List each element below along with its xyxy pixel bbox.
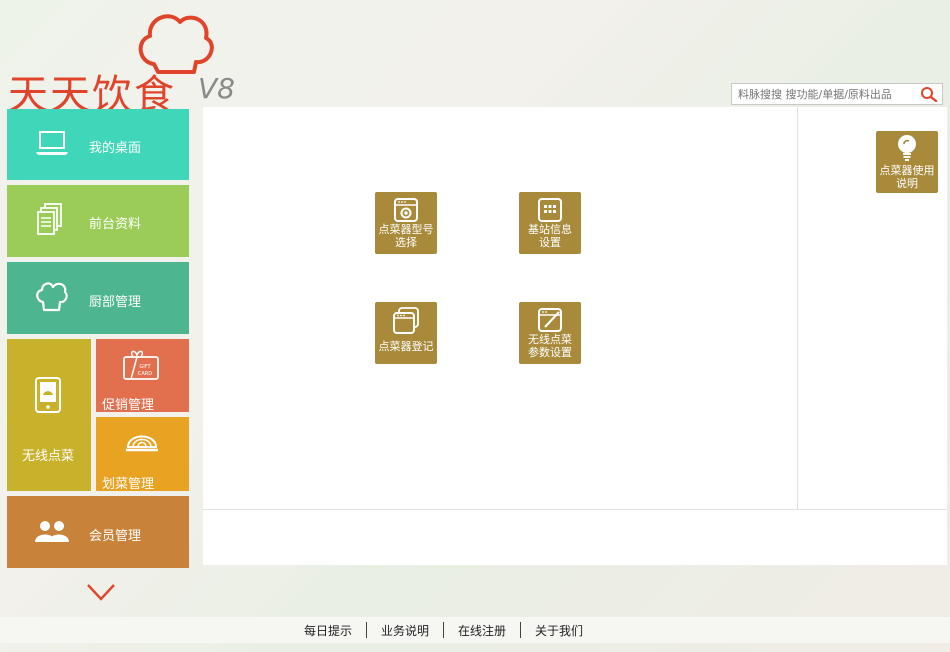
- nav-member-management-label: 会员管理: [89, 529, 142, 544]
- fn-wireless-ordering-params-label-1: 无线点菜: [528, 333, 572, 346]
- search-box: [731, 83, 943, 105]
- footer-link-daily-tips[interactable]: 每日提示: [290, 622, 366, 639]
- fn-ordering-device-model-label-1: 点菜器型号: [378, 223, 434, 236]
- grid-window-icon: [538, 198, 562, 222]
- app-logo: 天天饮食 V8: [6, 4, 246, 118]
- nav-promotion-management-label: 促销管理: [102, 398, 155, 413]
- fn-ordering-device-register[interactable]: 点菜器登记: [375, 302, 437, 364]
- fn-base-station-settings[interactable]: 基站信息 设置: [519, 192, 581, 254]
- search-icon[interactable]: [920, 86, 938, 102]
- nav-front-data-label: 前台资料: [89, 217, 142, 232]
- tablet-icon: [35, 377, 61, 413]
- windows-stack-icon: [393, 307, 419, 334]
- fn-ordering-device-help-label-2: 说明: [896, 177, 918, 190]
- members-icon: [35, 521, 69, 542]
- fn-ordering-device-help-label-1: 点菜器使用: [879, 164, 935, 177]
- vertical-divider: [797, 107, 798, 509]
- card-text: CARD: [138, 371, 152, 377]
- laptop-icon: [36, 131, 68, 155]
- version-label: V8: [198, 72, 235, 105]
- chevron-down-icon[interactable]: [86, 582, 116, 602]
- nav-promotion-management[interactable]: GIFT CARD 促销管理: [96, 339, 189, 413]
- fn-base-station-settings-label-1: 基站信息: [528, 223, 572, 236]
- nav-kitchen-management[interactable]: 厨部管理: [7, 262, 189, 334]
- footer-link-about-us[interactable]: 关于我们: [521, 622, 597, 639]
- fn-ordering-device-help[interactable]: 点菜器使用 说明: [876, 131, 938, 193]
- footer-links: 每日提示 业务说明 在线注册 关于我们: [290, 617, 597, 643]
- fn-wireless-ordering-params[interactable]: 无线点菜 参数设置: [519, 302, 581, 364]
- noodle-bowl-icon: [126, 435, 158, 452]
- main-panel: 点菜器型号 选择 基站信息 设置 点菜器登记 无线点菜 参数设置 点菜器使用 说…: [203, 107, 947, 565]
- edit-window-icon: [538, 308, 562, 332]
- lightbulb-icon: [898, 135, 916, 161]
- gift-text: GIFT: [139, 364, 151, 370]
- nav-dish-crossing-management-label: 划菜管理: [102, 477, 155, 492]
- footer-link-business-guide[interactable]: 业务说明: [367, 622, 443, 639]
- horizontal-divider: [203, 509, 947, 510]
- nav-member-management[interactable]: 会员管理: [7, 496, 189, 568]
- fn-base-station-settings-label-2: 设置: [539, 236, 561, 249]
- footer-bar: 每日提示 业务说明 在线注册 关于我们: [0, 617, 950, 643]
- nav-front-data[interactable]: 前台资料: [7, 185, 189, 257]
- gift-card-icon: GIFT CARD: [123, 350, 159, 380]
- nav-dish-crossing-management[interactable]: 划菜管理: [96, 417, 189, 492]
- nav-my-desktop-label: 我的桌面: [89, 141, 142, 156]
- search-input[interactable]: [732, 84, 918, 104]
- nav-wireless-ordering-label: 无线点菜: [22, 449, 75, 464]
- nav-wireless-ordering[interactable]: 无线点菜: [7, 339, 91, 491]
- chef-hat-icon: [36, 282, 68, 312]
- fn-ordering-device-model[interactable]: 点菜器型号 选择: [375, 192, 437, 254]
- nav-kitchen-management-label: 厨部管理: [89, 295, 142, 310]
- nav-my-desktop[interactable]: 我的桌面: [7, 109, 189, 180]
- footer-link-online-register[interactable]: 在线注册: [444, 622, 520, 639]
- documents-icon: [37, 203, 62, 235]
- fn-wireless-ordering-params-label-2: 参数设置: [528, 346, 572, 359]
- fn-ordering-device-model-label-2: 选择: [395, 236, 417, 249]
- fn-ordering-device-register-label: 点菜器登记: [378, 340, 434, 353]
- camera-window-icon: [394, 198, 418, 222]
